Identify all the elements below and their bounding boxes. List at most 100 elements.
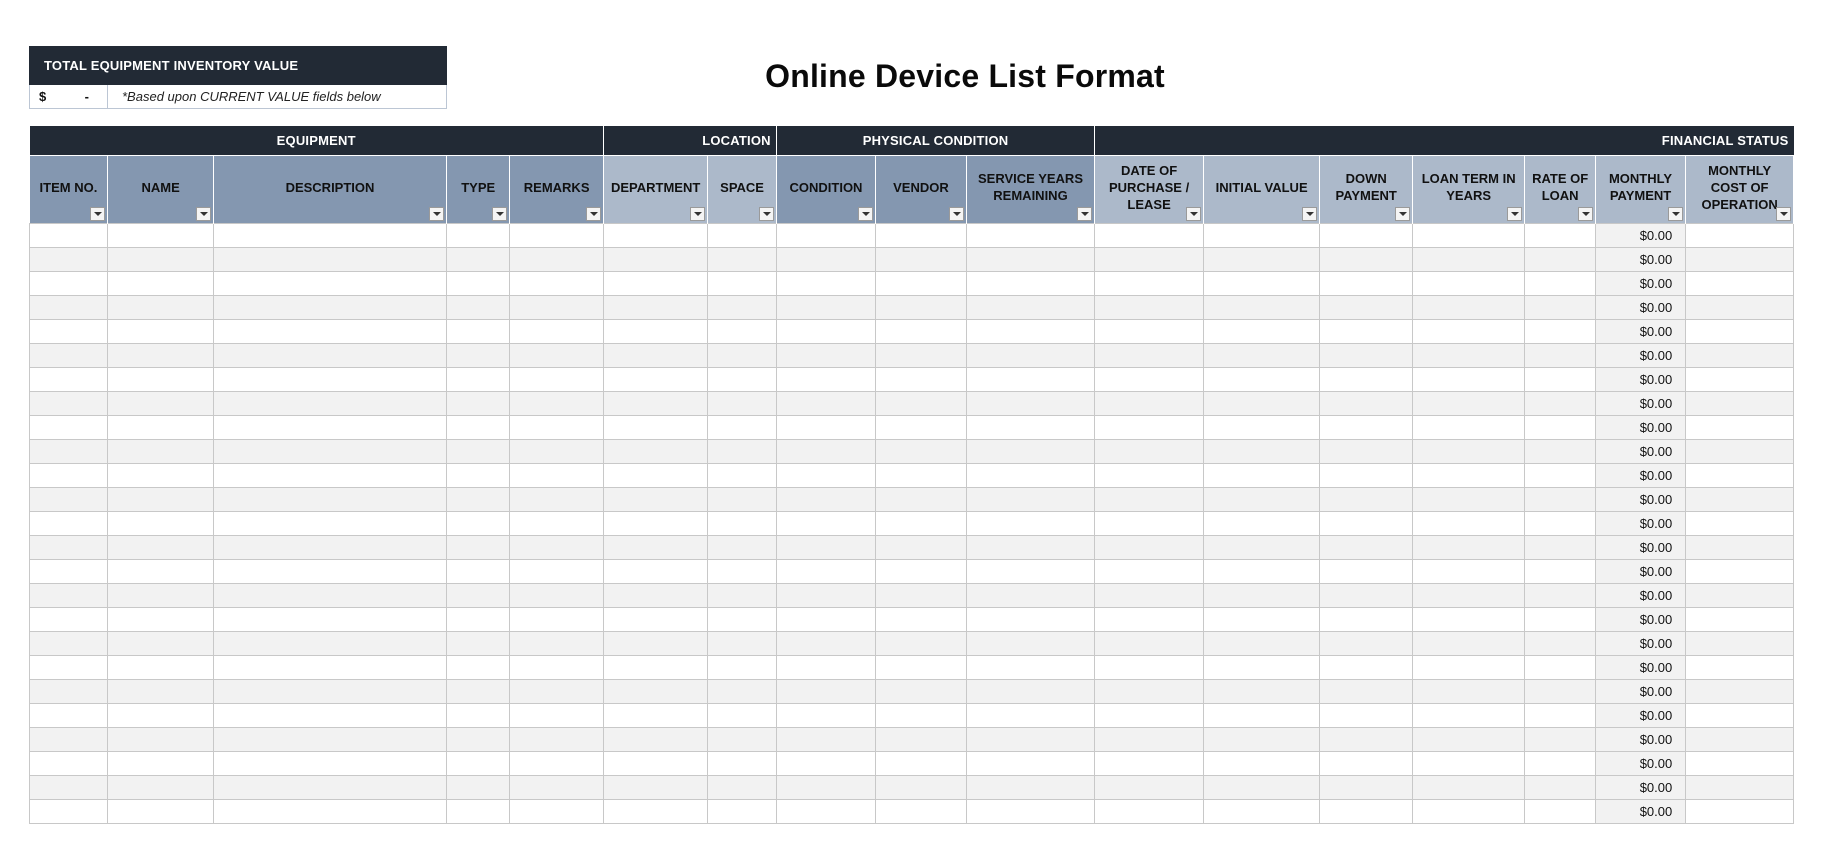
cell-vendor[interactable] (875, 510, 967, 536)
cell-item-no[interactable] (28, 702, 109, 728)
cell-remarks[interactable] (509, 702, 604, 728)
cell-condition[interactable] (775, 318, 877, 344)
cell-monthly-cost[interactable] (1685, 606, 1794, 632)
cell-space[interactable] (707, 270, 777, 296)
cell-date-of-purchase[interactable] (1094, 630, 1204, 656)
cell-name[interactable] (107, 390, 214, 416)
cell-vendor[interactable] (875, 750, 967, 776)
cell-rate-of-loan[interactable] (1524, 654, 1596, 680)
cell-loan-term[interactable] (1411, 246, 1526, 272)
cell-loan-term[interactable] (1411, 678, 1526, 704)
cell-monthly-payment[interactable]: $0.00 (1594, 246, 1687, 272)
cell-remarks[interactable] (509, 318, 604, 344)
cell-type[interactable] (446, 726, 511, 752)
cell-monthly-payment[interactable]: $0.00 (1594, 414, 1687, 440)
cell-vendor[interactable] (875, 630, 967, 656)
cell-condition[interactable] (775, 606, 877, 632)
filter-dropdown-icon[interactable] (758, 206, 774, 221)
cell-monthly-cost[interactable] (1685, 486, 1794, 512)
cell-rate-of-loan[interactable] (1524, 534, 1596, 560)
cell-type[interactable] (446, 750, 511, 776)
cell-loan-term[interactable] (1411, 606, 1526, 632)
cell-remarks[interactable] (509, 798, 604, 824)
cell-space[interactable] (707, 654, 777, 680)
cell-rate-of-loan[interactable] (1524, 582, 1596, 608)
total-value-cell[interactable]: $ - (30, 85, 108, 108)
cell-space[interactable] (707, 414, 777, 440)
cell-type[interactable] (446, 462, 511, 488)
cell-type[interactable] (446, 294, 511, 320)
cell-name[interactable] (107, 246, 214, 272)
cell-date-of-purchase[interactable] (1094, 750, 1204, 776)
cell-initial-value[interactable] (1202, 750, 1321, 776)
cell-loan-term[interactable] (1411, 486, 1526, 512)
cell-monthly-cost[interactable] (1685, 510, 1794, 536)
cell-name[interactable] (107, 486, 214, 512)
cell-vendor[interactable] (875, 318, 967, 344)
filter-dropdown-icon[interactable] (1577, 206, 1593, 221)
filter-dropdown-icon[interactable] (1668, 206, 1684, 221)
cell-monthly-cost[interactable] (1685, 726, 1794, 752)
cell-date-of-purchase[interactable] (1094, 510, 1204, 536)
cell-space[interactable] (707, 462, 777, 488)
cell-service-years-remaining[interactable] (965, 414, 1096, 440)
cell-vendor[interactable] (875, 582, 967, 608)
cell-type[interactable] (446, 534, 511, 560)
cell-type[interactable] (446, 558, 511, 584)
cell-date-of-purchase[interactable] (1094, 702, 1204, 728)
cell-date-of-purchase[interactable] (1094, 342, 1204, 368)
cell-type[interactable] (446, 798, 511, 824)
cell-department[interactable] (602, 222, 709, 248)
cell-initial-value[interactable] (1202, 534, 1321, 560)
cell-department[interactable] (602, 318, 709, 344)
cell-vendor[interactable] (875, 366, 967, 392)
cell-date-of-purchase[interactable] (1094, 558, 1204, 584)
cell-vendor[interactable] (875, 414, 967, 440)
cell-service-years-remaining[interactable] (965, 558, 1096, 584)
cell-department[interactable] (602, 702, 709, 728)
cell-service-years-remaining[interactable] (965, 270, 1096, 296)
cell-date-of-purchase[interactable] (1094, 606, 1204, 632)
cell-condition[interactable] (775, 366, 877, 392)
cell-department[interactable] (602, 294, 709, 320)
cell-condition[interactable] (775, 798, 877, 824)
cell-type[interactable] (446, 486, 511, 512)
cell-description[interactable] (212, 798, 448, 824)
cell-service-years-remaining[interactable] (965, 390, 1096, 416)
cell-rate-of-loan[interactable] (1524, 678, 1596, 704)
cell-description[interactable] (212, 318, 448, 344)
filter-dropdown-icon[interactable] (585, 206, 601, 221)
cell-initial-value[interactable] (1202, 486, 1321, 512)
cell-remarks[interactable] (509, 654, 604, 680)
cell-item-no[interactable] (28, 534, 109, 560)
cell-condition[interactable] (775, 750, 877, 776)
cell-condition[interactable] (775, 654, 877, 680)
cell-initial-value[interactable] (1202, 438, 1321, 464)
cell-vendor[interactable] (875, 462, 967, 488)
cell-condition[interactable] (775, 294, 877, 320)
cell-monthly-payment[interactable]: $0.00 (1594, 558, 1687, 584)
cell-rate-of-loan[interactable] (1524, 390, 1596, 416)
cell-type[interactable] (446, 366, 511, 392)
cell-rate-of-loan[interactable] (1524, 750, 1596, 776)
cell-description[interactable] (212, 366, 448, 392)
cell-item-no[interactable] (28, 414, 109, 440)
cell-condition[interactable] (775, 630, 877, 656)
cell-loan-term[interactable] (1411, 750, 1526, 776)
cell-loan-term[interactable] (1411, 438, 1526, 464)
cell-down-payment[interactable] (1319, 294, 1413, 320)
cell-remarks[interactable] (509, 630, 604, 656)
cell-item-no[interactable] (28, 222, 109, 248)
cell-initial-value[interactable] (1202, 462, 1321, 488)
cell-service-years-remaining[interactable] (965, 654, 1096, 680)
cell-space[interactable] (707, 366, 777, 392)
cell-name[interactable] (107, 750, 214, 776)
cell-rate-of-loan[interactable] (1524, 774, 1596, 800)
cell-item-no[interactable] (28, 366, 109, 392)
cell-description[interactable] (212, 774, 448, 800)
cell-item-no[interactable] (28, 678, 109, 704)
cell-service-years-remaining[interactable] (965, 606, 1096, 632)
cell-department[interactable] (602, 558, 709, 584)
cell-name[interactable] (107, 510, 214, 536)
cell-loan-term[interactable] (1411, 390, 1526, 416)
